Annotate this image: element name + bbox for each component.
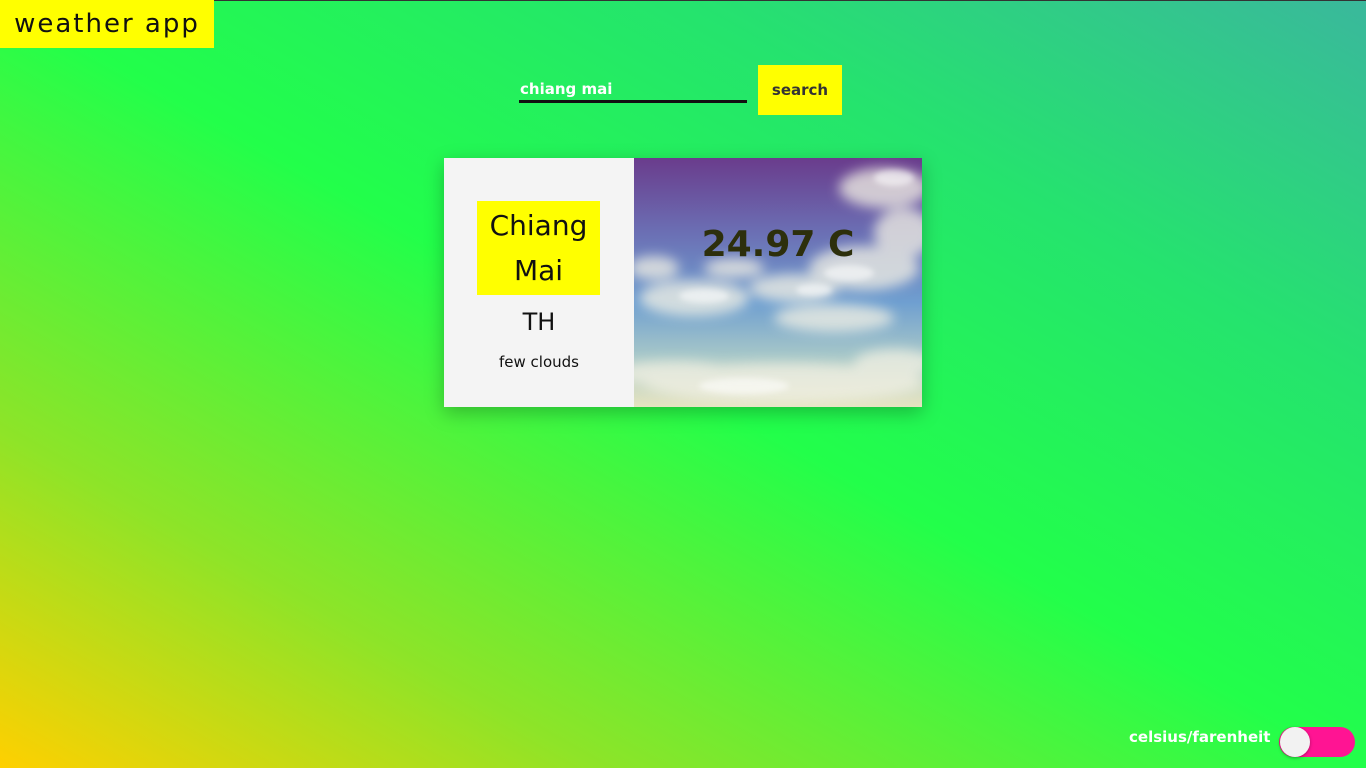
search-input[interactable] [519,77,747,103]
app-title: weather app [0,0,214,48]
weather-card: Chiang Mai TH few clouds 24.97 C [444,158,922,407]
country-code: TH [522,308,556,336]
cloudy-sky-image [634,168,922,403]
location-panel: Chiang Mai TH few clouds [444,158,634,407]
toggle-knob[interactable] [1280,727,1310,757]
weather-condition: few clouds [499,353,579,371]
temperature-value: 24.97 C [701,224,855,265]
search-button[interactable]: search [758,65,842,115]
unit-toggle-label: celsius/farenheit [1129,728,1271,746]
unit-toggle-switch[interactable] [1279,727,1355,757]
weather-image-panel: 24.97 C [634,158,922,407]
city-name: Chiang Mai [477,201,600,295]
